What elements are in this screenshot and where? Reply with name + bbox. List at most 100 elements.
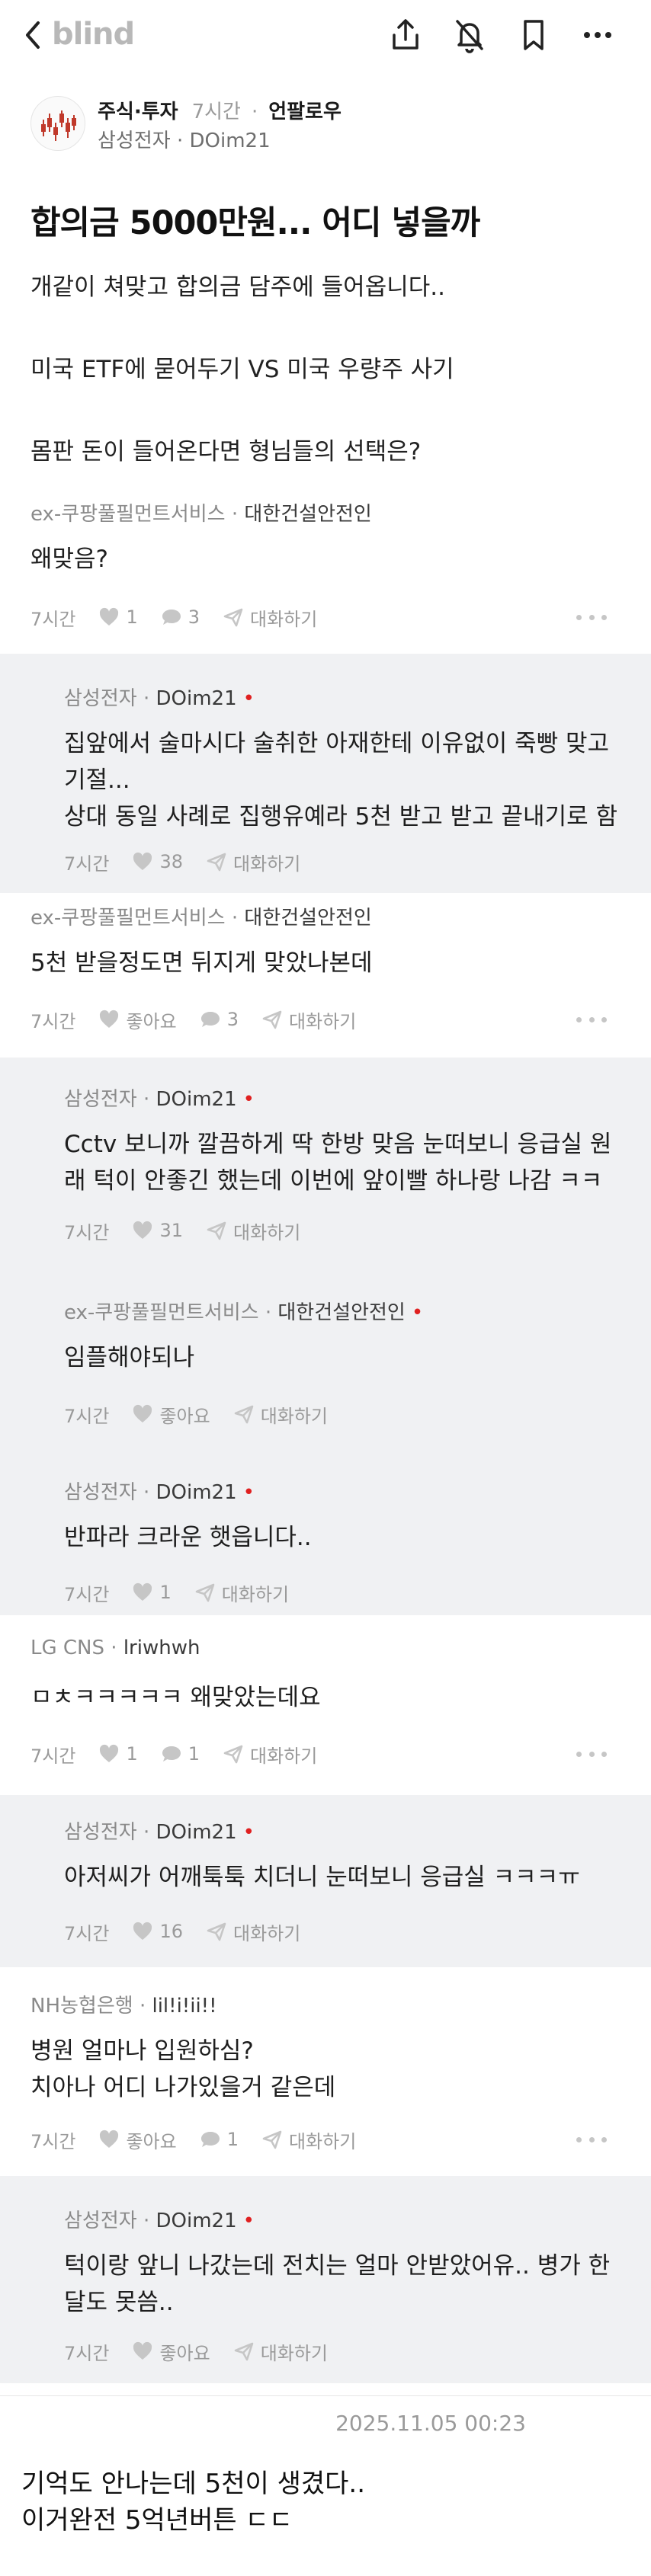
chat-button[interactable]: 대화하기 xyxy=(233,1401,328,1428)
capture-timestamp: 2025.11.05 00:23 xyxy=(335,2411,526,2436)
comment-author: 삼성전자 · DOim21 • xyxy=(64,1816,255,1845)
author-indicator-dot: • xyxy=(242,2210,255,2232)
like-button[interactable]: 좋아요 xyxy=(132,1401,210,1428)
separator-dot: · xyxy=(104,1637,123,1659)
reply-button[interactable]: 3 xyxy=(200,1009,239,1030)
comment-nickname: 대한건설안전인 xyxy=(244,503,372,526)
back-arrow-icon[interactable] xyxy=(21,18,44,52)
comment-more-icon[interactable] xyxy=(576,1749,607,1758)
like-count: 1 xyxy=(159,1582,172,1603)
chat-label: 대화하기 xyxy=(221,1583,290,1605)
reply-count: 1 xyxy=(226,2129,239,2150)
comment-more-icon[interactable] xyxy=(576,2135,607,2144)
comment-text: 병원 얼마나 입원하심? 치아나 어디 나가있을거 같은데 xyxy=(30,2037,336,2101)
chat-button[interactable]: 대화하기 xyxy=(206,849,300,875)
comment-time: 7시간 xyxy=(30,1010,76,1032)
heart-icon xyxy=(133,1582,152,1601)
reply-comment: 삼성전자 · DOim21 • 아저씨가 어깨툭툭 치더니 눈떠보니 응급실 ㅋㅋㅋ… xyxy=(0,1795,651,1967)
like-button[interactable]: 좋아요 xyxy=(98,2126,177,2153)
chat-button[interactable]: 대화하기 xyxy=(261,1006,356,1033)
separator-dot: · xyxy=(251,101,258,123)
heart-icon xyxy=(133,1404,152,1422)
board-avatar[interactable] xyxy=(30,96,85,151)
like-count: 좋아요 xyxy=(126,1010,177,1032)
board-name[interactable]: 주식·투자 xyxy=(98,101,178,123)
separator-dot: · xyxy=(136,2210,156,2232)
chat-button[interactable]: 대화하기 xyxy=(206,1918,300,1945)
heart-icon xyxy=(133,1221,152,1239)
comment-actions: 7시간 좋아요 대화하기 xyxy=(64,2338,351,2365)
chat-button[interactable]: 대화하기 xyxy=(233,2338,328,2365)
like-button[interactable]: 1 xyxy=(98,606,138,628)
like-button[interactable]: 38 xyxy=(132,851,183,872)
like-button[interactable]: 좋아요 xyxy=(98,1006,177,1033)
comment-company: 삼성전자 xyxy=(64,1088,137,1111)
comment-company: LG CNS xyxy=(30,1637,105,1659)
comment-text: 5천 받을정도면 뒤지게 맞았나본데 xyxy=(30,949,373,977)
like-button[interactable]: 1 xyxy=(98,1743,138,1765)
heart-icon xyxy=(100,1010,119,1028)
like-count: 38 xyxy=(159,851,183,872)
like-button[interactable]: 좋아요 xyxy=(132,2338,210,2365)
like-button[interactable]: 16 xyxy=(132,1921,183,1942)
reply-button[interactable]: 1 xyxy=(161,1743,200,1765)
chat-label: 대화하기 xyxy=(250,1745,318,1767)
heart-icon xyxy=(133,2341,152,2360)
separator-dot: · xyxy=(136,1821,156,1844)
like-button[interactable]: 31 xyxy=(132,1220,183,1241)
comment-company: ex-쿠팡풀필먼트서비스 xyxy=(64,1301,259,1324)
chat-label: 대화하기 xyxy=(232,1221,301,1243)
comment-company: ex-쿠팡풀필먼트서비스 xyxy=(30,503,226,526)
notification-off-icon[interactable] xyxy=(451,17,488,53)
comment-time: 7시간 xyxy=(30,608,76,630)
comment-author: 삼성전자 · DOim21 • xyxy=(64,683,255,711)
comment-author: NH농협은행 · lil!i!ii!! xyxy=(30,1990,217,2018)
bookmark-icon[interactable] xyxy=(515,17,552,53)
like-count: 좋아요 xyxy=(126,2130,177,2152)
like-count: 좋아요 xyxy=(159,1405,210,1427)
comment-icon xyxy=(200,1012,220,1027)
send-icon xyxy=(262,2130,282,2149)
more-icon[interactable] xyxy=(579,17,616,53)
comment-author: ex-쿠팡풀필먼트서비스 · 대한건설안전인 • xyxy=(64,1297,423,1325)
send-icon xyxy=(262,1010,282,1029)
share-icon[interactable] xyxy=(387,17,424,53)
separator-dot: · xyxy=(258,1301,278,1324)
comment-more-icon[interactable] xyxy=(576,1015,607,1024)
chat-button[interactable]: 대화하기 xyxy=(223,604,317,631)
comment-time: 7시간 xyxy=(30,1745,76,1767)
send-icon xyxy=(195,1583,215,1602)
comment-company: 삼성전자 xyxy=(64,1481,137,1504)
comment-more-icon[interactable] xyxy=(576,613,607,622)
send-icon xyxy=(223,608,243,627)
heart-icon xyxy=(133,852,152,870)
chat-button[interactable]: 대화하기 xyxy=(206,1218,300,1244)
separator-dot: · xyxy=(170,130,190,152)
chat-label: 대화하기 xyxy=(232,853,301,875)
like-count: 1 xyxy=(126,606,138,628)
chat-button[interactable]: 대화하기 xyxy=(223,1741,317,1768)
send-icon xyxy=(223,1745,243,1764)
post-time: 7시간 xyxy=(191,101,241,123)
unfollow-button[interactable]: 언팔로우 xyxy=(268,101,342,123)
comment-text: 아저씨가 어깨툭툭 치더니 눈떠보니 응급실 ㅋㅋㅋㅠ xyxy=(64,1864,580,1891)
reply-button[interactable]: 1 xyxy=(200,2129,239,2150)
like-button[interactable]: 1 xyxy=(132,1582,172,1603)
send-icon xyxy=(207,1922,226,1941)
comment-icon xyxy=(162,610,181,625)
comment-author: LG CNS · lriwhwh xyxy=(30,1637,200,1659)
reply-count: 3 xyxy=(226,1009,239,1030)
chat-button[interactable]: 대화하기 xyxy=(194,1579,289,1606)
comment-company: 삼성전자 xyxy=(64,1821,137,1844)
comment-time: 7시간 xyxy=(64,2342,110,2364)
chat-button[interactable]: 대화하기 xyxy=(261,2126,356,2153)
comment-nickname: 대한건설안전인 xyxy=(277,1301,406,1324)
post-title: 합의금 5000만원... 어디 넣을까 xyxy=(30,204,480,242)
author-indicator-dot: • xyxy=(242,1088,255,1111)
author-indicator-dot: • xyxy=(411,1301,424,1324)
comment-actions: 7시간 1 대화하기 xyxy=(64,1579,312,1606)
heart-icon xyxy=(100,2130,119,2148)
comment-actions: 7시간 38 대화하기 xyxy=(64,848,323,875)
chat-label: 대화하기 xyxy=(288,2130,357,2152)
reply-button[interactable]: 3 xyxy=(161,606,200,628)
